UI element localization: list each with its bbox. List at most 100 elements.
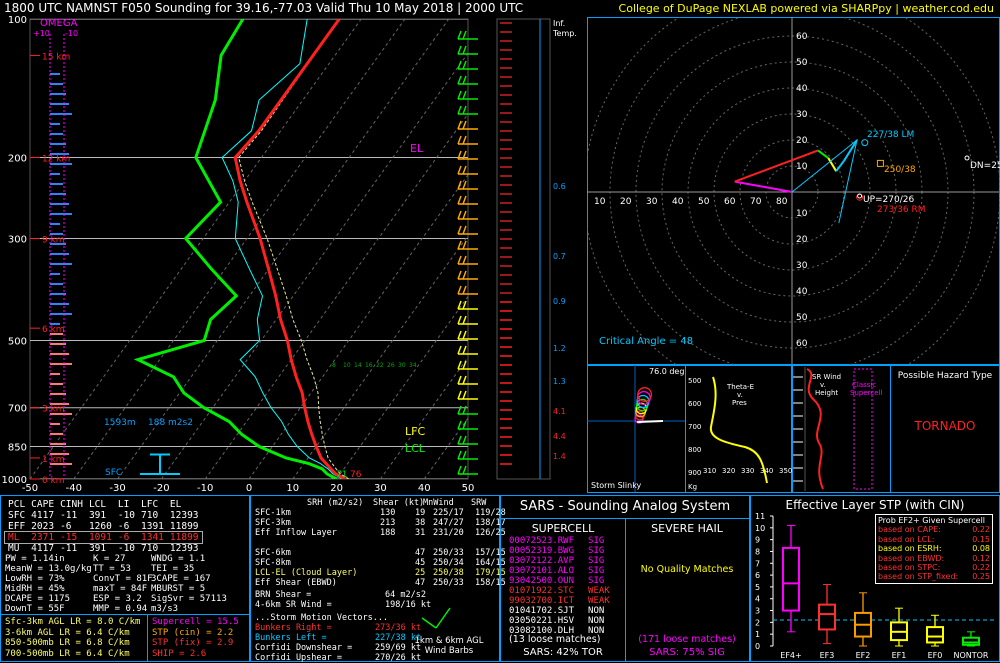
kin-header: SRH (m2/s2) Shear (kt) MnWind SRW [255,498,499,508]
theta-p-tick: 500 [688,377,701,385]
sars-tor: SARS: 42% TOR [523,647,603,658]
sfc-t-label: 76 [350,470,362,480]
height-label: 6 km [42,325,65,335]
temp-tick: -40 [66,483,82,494]
parcel-header-cell: LI [117,499,130,510]
lapse-rate: 700-500mb LR = 6.4 C/km [5,648,130,659]
credit-text: College of DuPage NEXLAB powered via SHA… [618,2,994,15]
parcel-cell: -15 [60,532,78,543]
brn-value: 64 m2/s2 [385,590,426,600]
lapse-rate: 850-500mb LR = 6.8 C/km [5,638,130,648]
pressure-tick: 700 [8,404,27,415]
kin-cell: Eff Shear (EBWD) [255,578,337,588]
theta-x-prefix: Kg [688,483,697,491]
theta-title-3: Pres [732,399,747,407]
index-text: K = 27 [93,554,126,564]
parcel-cell: 2371 [31,532,55,543]
index-text: DCAPE = 1175 [5,594,71,604]
sars-hail-head: SEVERE HAIL [651,522,723,535]
mixing-ratio-label: 8 [332,362,336,369]
sars-sig: SARS: 75% SIG [649,647,725,658]
temp-tick: 40 [418,483,431,494]
index-text: MMP = 0.94 [93,604,148,614]
kin-cell: SFC-3km [255,518,291,528]
hodo-y-label: 40 [796,287,808,297]
sars-loose-right: (171 loose matches) [638,634,736,645]
parcel-cell: 4117 [31,543,55,554]
kin-cell: 47 [415,578,426,588]
skewt-frame [29,18,469,480]
dn-label: DN=25 [970,161,1000,171]
pressure-tick: 100 [8,15,27,26]
temp-tick: -30 [109,483,125,494]
kin-row: Eff Shear (EBWD) 47 250/33 158/15 [255,578,506,588]
hazard-value: TORNADO [914,419,976,433]
hodo-y-label: 50 [796,58,808,68]
parcel-cell: 1341 [141,532,164,543]
sars-match: 03072101.ALO SIG [509,566,610,576]
stp-prob-value: 0.08 [972,544,990,554]
parcel-cell: -10 [117,510,136,521]
lcl-label: LCL [405,442,426,455]
parcel-cell: 1391 [141,521,164,532]
height-label: 12 km [42,154,70,164]
composite-index: Supercell = 15.5 [152,617,239,627]
srw-tick: 0.6 [553,182,566,191]
height-label: 0 km [42,476,65,486]
index-text: maxT = 84F [93,584,148,594]
kin-cell: SFC-1km [255,508,291,518]
stp-prob-value: 0.15 [972,534,990,544]
kin-cell: Eff Inflow Layer [255,528,337,538]
hodo-y-label: 30 [796,110,808,120]
motion-label: Bunkers Left = [255,633,327,643]
mixing-ratio-label: 16 [365,362,373,369]
stp-panel: Effective Layer STP (with CIN) 11 10 9 8 7 6 5… [750,495,1000,662]
stp-prob-label: based on CAPE: [878,525,941,535]
composite-indices: Supercell = 15.5 STP (cin) = 2.2 STP (fi… [152,617,239,659]
hodo-x-label: 70 [750,197,762,207]
kin-row: SFC-8km 45 250/34 164/15 [255,558,506,568]
theta-p-tick: 800 [688,446,701,454]
sars-match-class: WEAK [588,596,610,606]
composite-index: SHIP = 2.6 [152,648,207,659]
hodo-y-label: 20 [796,235,808,245]
parcel-cell: ML [8,532,20,543]
sars-match-class: SIG [588,566,605,576]
sars-match-id: 00052319.BWG [509,546,575,556]
parcel-row-ml[interactable]: ML 2371 -15 1091 -6 1341 11899 [4,531,203,544]
height-label: 9 km [42,235,65,245]
skewt-chart: 1002003005007008501000-50 -40 -30 -20 -10 0 10… [2,15,577,494]
srw-tick: 1.3 [553,377,566,386]
hodo-x-label: 20 [620,197,632,207]
parcel-header-row: PCL CAPE CINH LCL LI LFC EL [5,499,202,510]
parcel-cell: SFC [8,510,26,521]
critical-angle: Critical Angle = 48 [599,336,693,347]
theta-p-tick: 600 [688,400,701,408]
stp-y-tick: 3 [755,607,760,616]
mixing-ratio-label: 10 [343,362,351,369]
stp-prob-row: based on STP_fixed: 0.25 [878,572,990,581]
composite-divider [147,614,148,662]
theta-x-tick: 350 [779,467,792,475]
height-label: 1 km [42,455,65,465]
sars-match: 00072523.RWF SIG [509,536,610,546]
composite-index: STP (fix) = 2.9 [152,638,234,648]
index-text: 3CAPE = 167 [151,574,211,584]
stp-category: NONTOR [953,651,988,660]
index-text: MidRH = 45% [5,584,65,594]
kin-rows: SFC-1km 130 19 225/17 119/28 SFC-3km 213 38 247/… [255,508,506,588]
kin-cell: 31 [415,528,426,538]
parcel-cell: EFF [8,521,26,532]
temp-tick: 50 [462,483,475,494]
srw-tick: 4.4 [553,432,566,441]
stp-title: Effective Layer STP (with CIN) [785,498,965,512]
thermo-panel: PCL CAPE CINH LCL LI LFC EL SFC 4117 -11 39… [0,495,250,662]
kin-cell: LCL-EL (Cloud Layer) [255,568,358,578]
kin-cell: 130 [380,508,396,518]
motion-value: 273/36 kt [375,623,422,633]
temp-tick: 30 [374,483,387,494]
motion-label: Bunkers Right = [255,623,332,633]
srw-tick: 0.9 [553,297,566,306]
parcel-cell: -11 [60,543,78,554]
kin-row: SFC-1km 130 19 225/17 119/28 [255,508,506,518]
